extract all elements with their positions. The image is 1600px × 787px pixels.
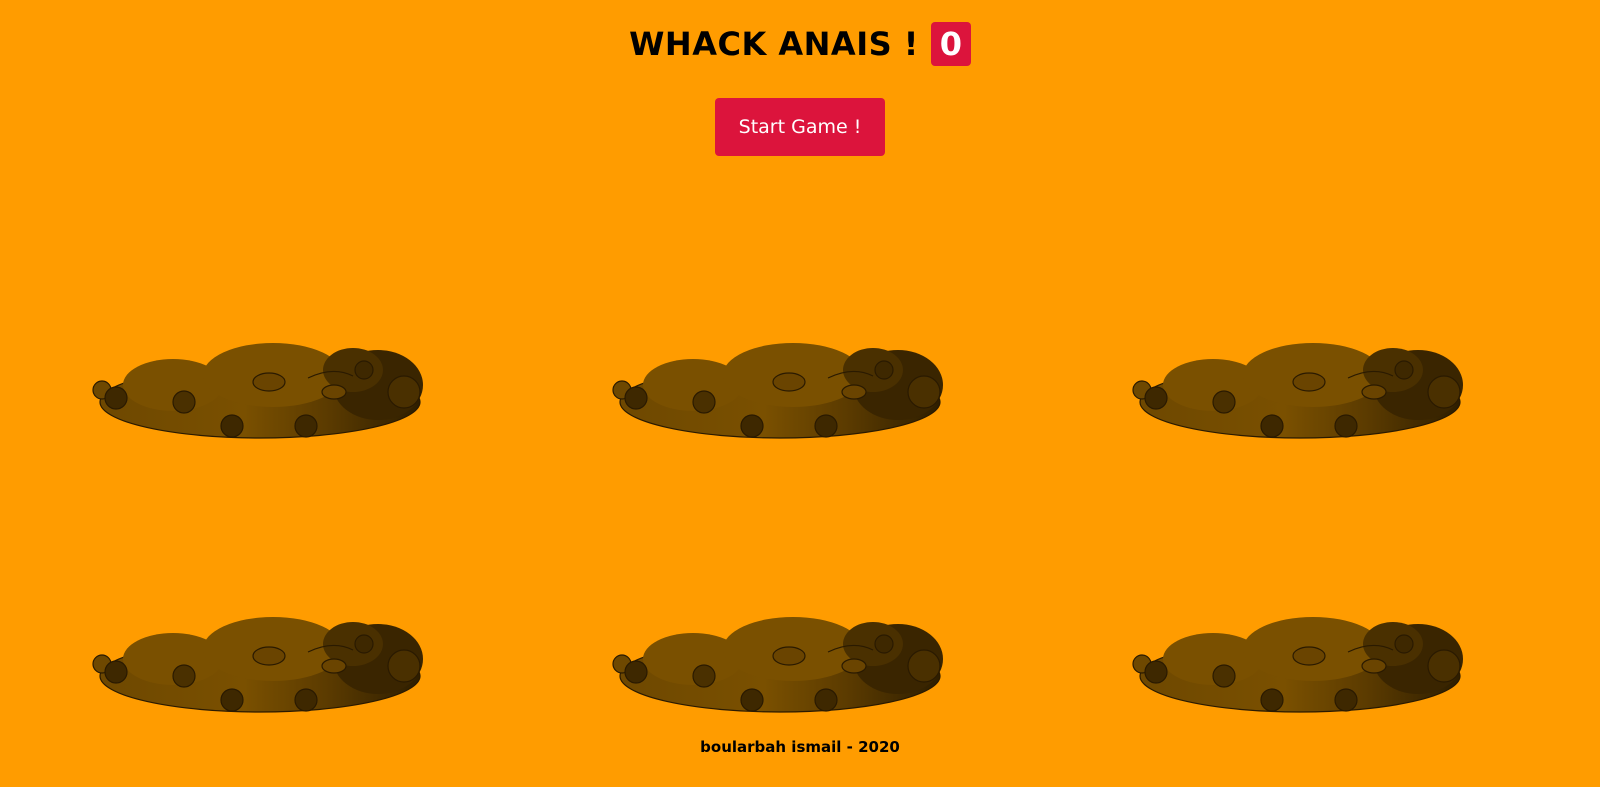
hole-6[interactable] <box>1128 604 1473 729</box>
dirt-mound-icon <box>1132 343 1463 439</box>
hole-1[interactable] <box>88 330 433 455</box>
hole-3[interactable] <box>1128 330 1473 455</box>
hole-4[interactable] <box>88 604 433 729</box>
hole-5[interactable] <box>608 604 953 729</box>
dirt-mound-icon <box>1132 617 1463 713</box>
dirt-mound-icon <box>612 343 943 439</box>
dirt-mound-icon <box>92 617 423 713</box>
hole-2[interactable] <box>608 330 953 455</box>
dirt-mound-icon <box>612 617 943 713</box>
dirt-mound-icon <box>92 343 423 439</box>
game-board <box>0 0 1600 787</box>
footer-credit: boularbah ismail - 2020 <box>700 738 900 756</box>
